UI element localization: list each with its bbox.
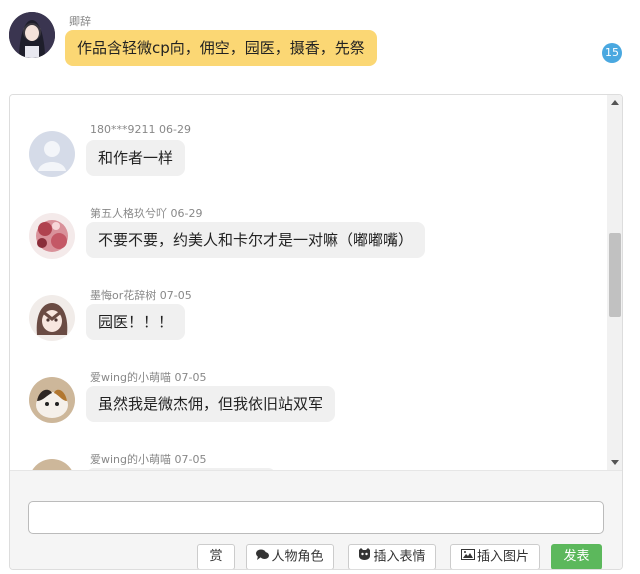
image-icon bbox=[460, 545, 475, 569]
comment-meta: 爱wing的小萌喵 07-05 bbox=[90, 371, 207, 384]
comment-count-badge[interactable]: 15 bbox=[602, 43, 622, 63]
commenter-avatar[interactable] bbox=[29, 131, 75, 177]
comment-meta: 第五人格玖兮吖 06-29 bbox=[90, 207, 203, 220]
comment-item: 第五人格玖兮吖 06-29 不要不要，约美人和卡尔才是一对嘛（嘟嘟嘴） bbox=[10, 205, 607, 287]
comment-meta: 180***9211 06-29 bbox=[90, 123, 191, 136]
comment-item: 墨悔or花辞树 07-05 园医！！！ bbox=[10, 287, 607, 369]
top-message-bubble: 作品含轻微cp向，佣空，园医，摄香，先祭 bbox=[65, 30, 377, 66]
scroll-up-arrow-icon[interactable] bbox=[607, 95, 622, 109]
comment-meta: 墨悔or花辞树 07-05 bbox=[90, 289, 192, 302]
author-name[interactable]: 卿辞 bbox=[69, 13, 91, 29]
insert-image-button[interactable]: 插入图片 bbox=[450, 544, 540, 569]
comment-meta: 爱wing的小萌喵 07-05 bbox=[90, 453, 207, 466]
comment-panel: 180***9211 06-29 和作者一样 第五人格玖兮吖 06-29 不要不… bbox=[9, 94, 623, 570]
emoji-icon bbox=[358, 545, 371, 569]
comment-item: 180***9211 06-29 和作者一样 bbox=[10, 123, 607, 205]
send-button[interactable]: 发表 bbox=[551, 544, 602, 569]
comment-composer: 赏 人物角色 插入表情 插入图片 发表 bbox=[10, 470, 622, 569]
comment-item: 爱wing的小萌喵 07-05 虽然我是微杰佣，但我依旧站双军 bbox=[10, 369, 607, 451]
author-avatar[interactable] bbox=[9, 12, 55, 58]
reward-button-label: 赏 bbox=[209, 549, 223, 564]
comment-bubble: 虽然我是微杰佣，但我依旧站双军 bbox=[86, 386, 336, 422]
comment-list[interactable]: 180***9211 06-29 和作者一样 第五人格玖兮吖 06-29 不要不… bbox=[10, 95, 607, 470]
character-button[interactable]: 人物角色 bbox=[246, 544, 334, 569]
comment-bubble: 不要不要，约美人和卡尔才是一对嘛（嘟嘟嘴） bbox=[86, 222, 426, 258]
commenter-avatar[interactable] bbox=[29, 459, 75, 470]
comment-item: 爱wing的小萌喵 07-05 bbox=[10, 451, 607, 470]
commenter-avatar[interactable] bbox=[29, 377, 75, 423]
speech-bubbles-icon bbox=[256, 545, 270, 569]
comment-bubble: 和作者一样 bbox=[86, 140, 186, 176]
reward-button[interactable]: 赏 bbox=[197, 544, 235, 569]
character-button-label: 人物角色 bbox=[271, 549, 324, 565]
commenter-avatar[interactable] bbox=[29, 295, 75, 341]
comment-bubble: 园医！！！ bbox=[86, 304, 186, 340]
comment-scrollbar[interactable] bbox=[607, 95, 622, 470]
comment-input[interactable] bbox=[28, 501, 604, 534]
emoji-button[interactable]: 插入表情 bbox=[348, 544, 436, 569]
scroll-down-arrow-icon[interactable] bbox=[607, 456, 622, 470]
emoji-button-label: 插入表情 bbox=[373, 549, 426, 565]
insert-image-button-label: 插入图片 bbox=[476, 549, 529, 565]
scrollbar-thumb[interactable] bbox=[609, 233, 621, 317]
commenter-avatar[interactable] bbox=[29, 213, 75, 259]
